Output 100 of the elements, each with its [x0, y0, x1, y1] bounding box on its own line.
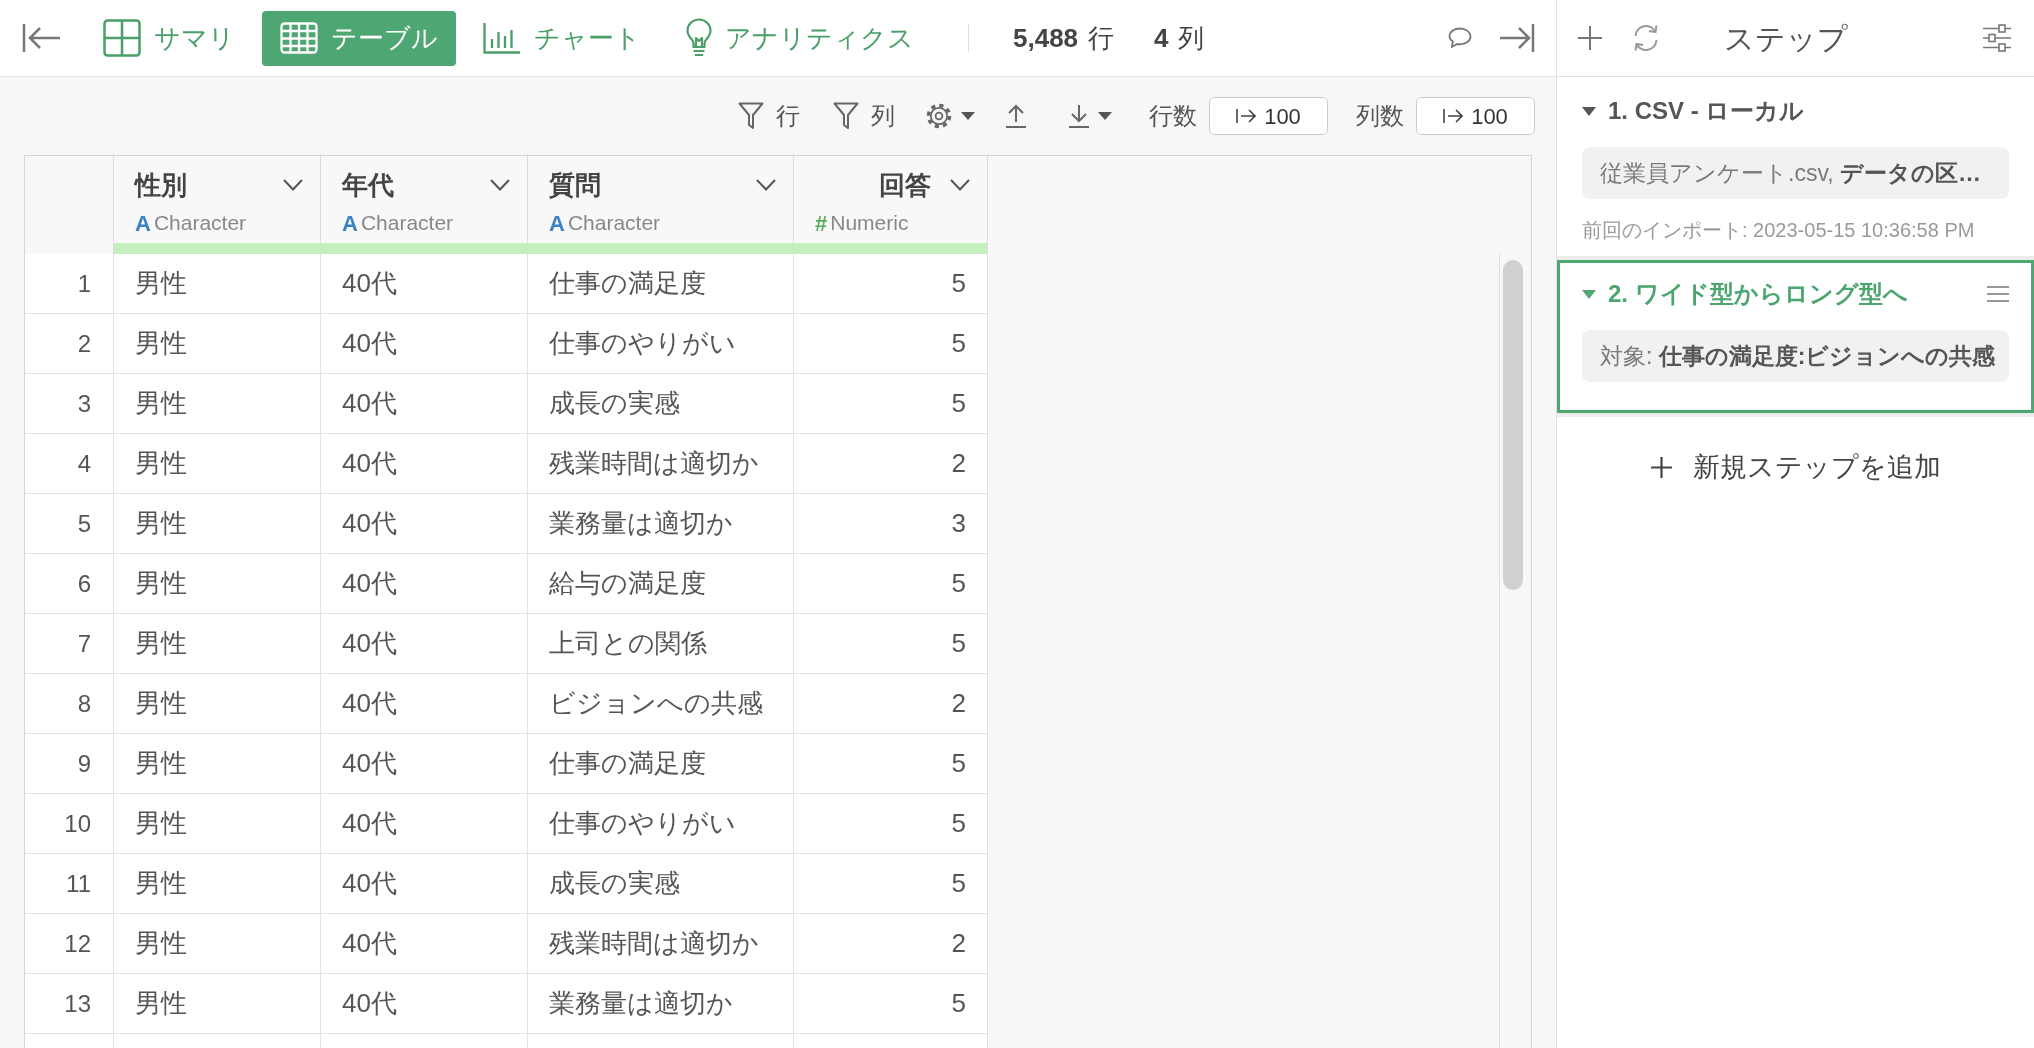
table-cell: 2	[794, 674, 988, 733]
table-cell: 仕事の満足度	[528, 254, 794, 313]
row-count-value: 5,488	[1013, 21, 1079, 55]
table-cell: 男性	[114, 374, 321, 433]
chevron-down-icon[interactable]	[756, 179, 776, 191]
arrow-to-bar-icon	[1443, 108, 1464, 124]
column-title: 性別	[135, 173, 187, 197]
table-cell: 5	[794, 794, 988, 853]
row-number: 9	[25, 734, 114, 793]
settings-button[interactable]	[926, 103, 975, 129]
settings-icon	[926, 103, 952, 129]
column-type: Character	[567, 210, 661, 237]
table-cell: 40代	[321, 374, 528, 433]
row-number: 1	[25, 254, 114, 313]
table-cell: 男性	[114, 794, 321, 853]
table-cell: 上司との関係	[528, 614, 794, 673]
filter-icon	[833, 102, 859, 130]
scrollbar-thumb[interactable]	[1503, 260, 1523, 590]
table-cell: 男性	[114, 254, 321, 313]
row-number: 8	[25, 674, 114, 733]
column-title: 年代	[342, 173, 394, 197]
step-title[interactable]: 1. CSV - ローカル	[1608, 93, 1805, 129]
table-cell: ビジョンへの共感	[528, 674, 794, 733]
table-cell: 40代	[321, 914, 528, 973]
table-cell: 男性	[114, 854, 321, 913]
column-limit-field[interactable]: 100	[1416, 97, 1535, 135]
column-filter-button[interactable]: 列	[833, 98, 895, 134]
table-cell: 業務量は適切か	[528, 494, 794, 553]
table-cell: 成長の実感	[528, 854, 794, 913]
type-icon: A	[549, 206, 565, 240]
bar-chart-icon	[483, 22, 521, 54]
step-note: 前回のインポート: 2023-05-15 10:36:58 PM	[1582, 220, 1976, 240]
upload-icon[interactable]	[1005, 104, 1027, 128]
table-cell: 男性	[114, 674, 321, 733]
chevron-down-icon[interactable]	[490, 179, 510, 191]
row-number: 12	[25, 914, 114, 973]
comment-icon[interactable]	[1448, 27, 1472, 49]
table-cell: 40代	[321, 494, 528, 553]
table-cell: 業務量は適切か	[528, 974, 794, 1033]
table-cell: 男性	[114, 494, 321, 553]
table-cell: 残業時間は適切か	[528, 434, 794, 493]
add-step-button[interactable]: 新規ステップを追加	[1650, 447, 1941, 487]
table-cell: 40代	[321, 614, 528, 673]
row-number: 3	[25, 374, 114, 433]
caret-down-icon[interactable]	[1582, 106, 1596, 116]
table-cell: 3	[794, 494, 988, 553]
table-cell: 2	[794, 434, 988, 493]
row-number: 13	[25, 974, 114, 1033]
row-limit-field[interactable]: 100	[1209, 97, 1328, 135]
row-limit-label: 行数	[1149, 101, 1197, 131]
table-cell: 40代	[321, 974, 528, 1033]
row-number: 7	[25, 614, 114, 673]
back-icon[interactable]	[22, 23, 62, 53]
table-cell: 男性	[114, 914, 321, 973]
lightbulb-icon	[686, 18, 712, 58]
column-limit-label: 列数	[1356, 101, 1404, 131]
table-cell: 40代	[321, 794, 528, 853]
table-cell: 5	[794, 614, 988, 673]
table-cell: 5	[794, 854, 988, 913]
table-cell: 男性	[114, 554, 321, 613]
table-cell: 2	[794, 914, 988, 973]
column-count-unit: 列	[1177, 21, 1204, 55]
table-cell: 男性	[114, 974, 321, 1033]
arrow-to-bar-icon	[1236, 108, 1257, 124]
table-cell: 40代	[321, 254, 528, 313]
table-cell: 男性	[114, 734, 321, 793]
table-cell: 40代	[321, 674, 528, 733]
table-cell: 残業時間は適切か	[528, 914, 794, 973]
row-number: 4	[25, 434, 114, 493]
table-cell: 40代	[321, 854, 528, 913]
column-type: Numeric	[830, 210, 909, 237]
step-summary: 対象: 仕事の満足度:ビジョンへの共感	[1582, 330, 2009, 382]
selected-step-card[interactable]: 2. ワイド型からロング型へ 対象: 仕事の満足度:ビジョンへの共感	[1557, 260, 2034, 413]
type-icon: A	[135, 206, 151, 240]
chevron-down-icon[interactable]	[950, 179, 970, 191]
table-cell: 5	[794, 734, 988, 793]
collapse-panel-icon[interactable]	[1499, 23, 1535, 53]
type-icon: A	[342, 206, 358, 240]
table-cell: 40代	[321, 434, 528, 493]
sliders-icon[interactable]	[1982, 23, 2012, 53]
table-cell: 5	[794, 554, 988, 613]
row-number: 2	[25, 314, 114, 373]
table-cell: 仕事のやりがい	[528, 314, 794, 373]
row-number: 10	[25, 794, 114, 853]
table-cell: 成長の実感	[528, 374, 794, 433]
download-icon	[1068, 104, 1090, 128]
row-filter-button[interactable]: 行	[738, 98, 800, 134]
column-type: Character	[360, 210, 454, 237]
type-icon: #	[815, 206, 828, 240]
chevron-down-icon[interactable]	[283, 179, 303, 191]
column-title: 回答	[879, 173, 931, 197]
filter-icon	[738, 102, 764, 130]
add-icon[interactable]	[1578, 26, 1602, 50]
row-number: 5	[25, 494, 114, 553]
menu-icon[interactable]	[1987, 286, 2009, 302]
column-type: Character	[153, 210, 247, 237]
plus-icon	[1650, 456, 1672, 478]
download-button[interactable]	[1068, 104, 1112, 128]
table-icon	[280, 22, 318, 54]
step-summary: 従業員アンケート.csv, データの区…	[1582, 147, 2009, 199]
